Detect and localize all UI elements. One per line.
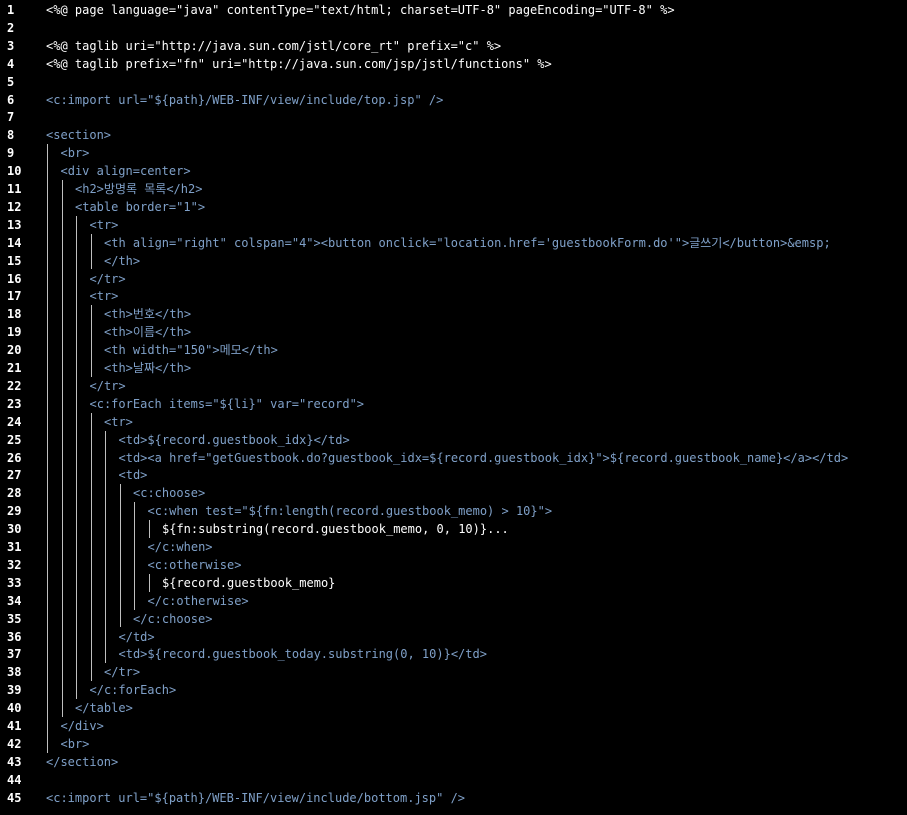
line-number: 32 xyxy=(7,557,22,572)
code-text: </td> xyxy=(118,629,155,644)
code-text: </c:forEach> xyxy=(89,683,177,698)
code-text: <h2>방명록 목록</h2> xyxy=(75,182,203,196)
code-text: <c:import url="${path}/WEB-INF/view/incl… xyxy=(46,790,466,805)
indent-guide xyxy=(47,144,48,753)
line-number: 39 xyxy=(7,683,22,698)
line-number: 11 xyxy=(7,182,22,196)
line-number: 1 xyxy=(7,3,15,17)
line-number: 10 xyxy=(7,164,22,179)
code-text: <td>${record.guestbook_idx}</td> xyxy=(118,432,350,447)
code-text: </section> xyxy=(46,754,119,769)
code-text: ${fn:substring(record.guestbook_memo, 0,… xyxy=(162,522,509,537)
code-text: <th>번호</th> xyxy=(104,307,192,322)
line-number: 37 xyxy=(7,647,22,662)
line-number: 16 xyxy=(7,271,22,286)
code-text: <c:choose> xyxy=(133,486,206,501)
code-text: <br> xyxy=(60,736,90,751)
indent-guide xyxy=(61,180,63,717)
code-text: <td>${record.guestbook_today.substring(0… xyxy=(118,647,487,662)
line-number: 40 xyxy=(7,701,22,716)
line-number: 17 xyxy=(7,289,22,304)
line-number: 7 xyxy=(7,110,15,125)
code-text: <th align="right" colspan="4"><button on… xyxy=(104,235,831,250)
code-text: <th width="150">메모</th> xyxy=(104,343,278,358)
line-number: 45 xyxy=(7,790,22,805)
line-number: 26 xyxy=(7,450,22,465)
code-text: <c:forEach items="${li}" var="record"> xyxy=(89,396,365,411)
code-editor[interactable]: 1 <%@ page language="java" contentType="t… xyxy=(0,0,907,815)
code-text: </c:when> xyxy=(147,540,213,554)
line-number: 4 xyxy=(7,56,15,71)
indent-guide xyxy=(105,430,106,664)
line-number: 6 xyxy=(7,92,15,107)
line-number: 25 xyxy=(7,432,22,447)
line-number: 27 xyxy=(7,468,22,483)
line-number: 23 xyxy=(7,396,22,411)
indent-guide xyxy=(90,412,92,682)
code-text: <tr> xyxy=(104,414,133,429)
code-text: <br> xyxy=(60,146,90,161)
indent-guide xyxy=(90,305,92,377)
code-text: <%@ taglib prefix="fn" uri="http://java.… xyxy=(46,56,552,71)
code-text: </c:otherwise> xyxy=(147,593,249,608)
line-number: 13 xyxy=(7,217,22,232)
code-text: </tr> xyxy=(104,665,141,680)
line-number: 34 xyxy=(7,593,22,608)
code-text: <c:when test="${fn:length(record.guestbo… xyxy=(147,504,553,519)
code-text: <%@ taglib uri="http://java.sun.com/jstl… xyxy=(46,38,502,53)
code-text: <c:import url="${path}/WEB-INF/view/incl… xyxy=(46,92,444,107)
line-number: 3 xyxy=(7,38,15,53)
line-number: 20 xyxy=(7,343,22,358)
code-text: <td> xyxy=(118,468,148,483)
line-number: 29 xyxy=(7,504,22,519)
indent-guide xyxy=(90,233,92,270)
code-text: <%@ page language="java" contentType="te… xyxy=(46,3,675,17)
line-number: 42 xyxy=(7,736,22,751)
line-number: 9 xyxy=(7,146,15,161)
line-number: 30 xyxy=(7,522,22,537)
line-number: 31 xyxy=(7,540,22,554)
code-text: <table border="1"> xyxy=(75,199,206,214)
line-number: 2 xyxy=(7,20,15,35)
code-text: <th>날짜</th> xyxy=(104,361,192,375)
indent-guide xyxy=(119,484,121,628)
line-number: 43 xyxy=(7,754,22,769)
code-text: <td><a href="getGuestbook.do?guestbook_i… xyxy=(118,450,849,465)
line-number: 36 xyxy=(7,629,22,644)
line-number: 5 xyxy=(7,74,15,89)
line-number: 22 xyxy=(7,378,22,393)
line-number: 35 xyxy=(7,611,22,626)
code-text: <tr> xyxy=(89,217,119,232)
line-number: 14 xyxy=(7,235,22,250)
line-number: 33 xyxy=(7,575,22,590)
indent-guide xyxy=(148,573,150,592)
line-number: 44 xyxy=(7,772,22,787)
line-number: 21 xyxy=(7,361,22,375)
line-number: 12 xyxy=(7,199,22,214)
code-text: </div> xyxy=(60,719,104,733)
indent-guide xyxy=(76,215,77,700)
code-text: <div align=center> xyxy=(60,164,191,179)
line-number: 15 xyxy=(7,253,22,268)
code-text: <tr> xyxy=(89,289,119,304)
code-text: </tr> xyxy=(89,378,126,393)
code-text: <c:otherwise> xyxy=(147,557,242,572)
indent-guide xyxy=(148,520,150,538)
line-number: 41 xyxy=(7,719,22,733)
code-text: <th>이름</th> xyxy=(104,325,192,340)
line-number: 24 xyxy=(7,414,22,429)
line-number: 8 xyxy=(7,128,15,143)
code-text: <section> xyxy=(46,128,112,143)
indent-guide xyxy=(134,502,135,610)
code-text: </c:choose> xyxy=(133,611,213,626)
line-number: 19 xyxy=(7,325,22,340)
line-number: 38 xyxy=(7,665,22,680)
code-text: </th> xyxy=(104,253,141,268)
code-text: ${record.guestbook_memo} xyxy=(162,575,336,590)
code-text: </tr> xyxy=(89,271,126,286)
line-number: 28 xyxy=(7,486,22,501)
line-number: 18 xyxy=(7,307,22,322)
code-text: </table> xyxy=(75,701,133,716)
